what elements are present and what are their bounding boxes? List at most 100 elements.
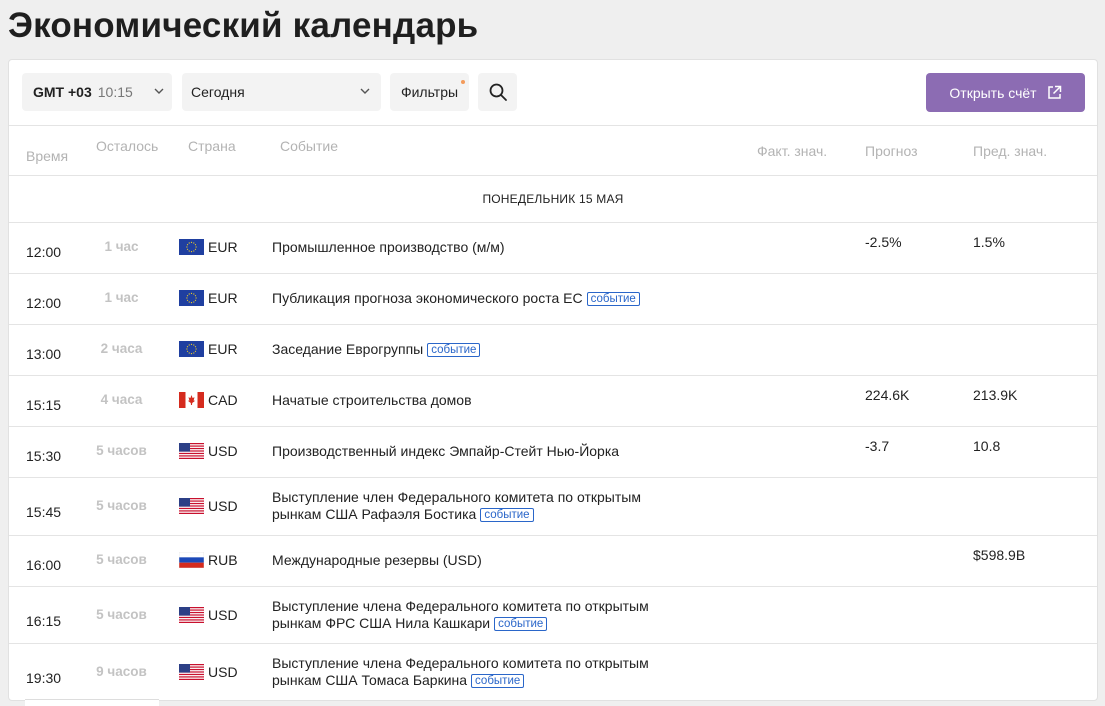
col-country[interactable]: Страна bbox=[188, 138, 236, 154]
external-link-icon bbox=[1047, 85, 1061, 99]
event-time: 15:45 bbox=[26, 504, 62, 520]
table-row[interactable]: 19:30 9 часов USD Выступление члена Федерал… bbox=[9, 644, 1097, 700]
forecast-value: 224.6K bbox=[865, 387, 910, 403]
event-time: 15:15 bbox=[26, 397, 62, 413]
bottom-tab[interactable] bbox=[25, 699, 159, 706]
timezone-time: 10:15 bbox=[97, 84, 133, 100]
table-row[interactable]: 16:00 5 часов RUB Международные резервы (US… bbox=[9, 536, 1097, 587]
event-tag: событие bbox=[586, 292, 640, 306]
col-remaining[interactable]: Осталось bbox=[96, 138, 158, 154]
table-row[interactable]: 13:00 2 часа EUR Заседание Еврогруппы событи… bbox=[9, 325, 1097, 376]
previous-value: 213.9K bbox=[973, 387, 1018, 403]
event-title-line2: рынкам ФРС США Нила Кашкари bbox=[272, 615, 491, 631]
filters-indicator-dot bbox=[461, 80, 465, 84]
event-name[interactable]: Международные резервы (USD) bbox=[272, 552, 692, 569]
event-title: Промышленное производство (м/м) bbox=[272, 239, 505, 255]
search-button[interactable] bbox=[478, 73, 517, 111]
event-name[interactable]: Промышленное производство (м/м) bbox=[272, 239, 692, 256]
country: CAD bbox=[179, 392, 238, 408]
calendar-panel: GMT +03 10:15 Сегодня Фильтры Открыть сч… bbox=[8, 59, 1098, 701]
currency-code: EUR bbox=[208, 341, 238, 357]
event-time: 13:00 bbox=[26, 346, 62, 362]
table-row[interactable]: 15:30 5 часов USD Производственный индекс Э… bbox=[9, 427, 1097, 478]
event-name[interactable]: Выступление член Федерального комитета п… bbox=[272, 489, 692, 523]
event-name[interactable]: Начатые строительства домов bbox=[272, 392, 692, 409]
event-tag: событие bbox=[471, 674, 525, 688]
event-title-line2: рынкам США Томаса Баркина bbox=[272, 672, 468, 688]
event-time: 16:00 bbox=[26, 557, 62, 573]
event-tag: событие bbox=[427, 343, 481, 357]
time-remaining: 4 часа bbox=[100, 392, 143, 407]
col-previous[interactable]: Пред. знач. bbox=[973, 143, 1047, 159]
usa-flag-icon bbox=[179, 664, 204, 680]
filters-label: Фильтры bbox=[400, 84, 459, 100]
table-row[interactable]: 15:15 4 часа CAD Начатые строительства домо… bbox=[9, 376, 1097, 427]
event-title: Производственный индекс Эмпайр-Стейт Нью… bbox=[272, 443, 620, 459]
event-name[interactable]: Заседание Еврогруппы событие bbox=[272, 341, 692, 358]
col-forecast[interactable]: Прогноз bbox=[865, 143, 918, 159]
col-time[interactable]: Время bbox=[26, 148, 68, 164]
event-title-line1: Выступление член Федерального комитета п… bbox=[272, 489, 641, 505]
eu-flag-icon bbox=[179, 341, 204, 357]
country: USD bbox=[179, 498, 238, 514]
previous-value: 10.8 bbox=[973, 438, 1001, 454]
page-title: Экономический календарь bbox=[8, 6, 479, 45]
forecast-value: -2.5% bbox=[865, 234, 902, 250]
timezone-select[interactable]: GMT +03 10:15 bbox=[22, 73, 172, 111]
table-row[interactable]: 12:00 1 час EUR Промышленное производство (… bbox=[9, 223, 1097, 274]
country: USD bbox=[179, 443, 238, 459]
currency-code: EUR bbox=[208, 239, 238, 255]
time-remaining: 1 час bbox=[104, 239, 139, 254]
country: USD bbox=[179, 664, 238, 680]
event-name[interactable]: Выступление члена Федерального комитета … bbox=[272, 598, 692, 632]
event-name[interactable]: Выступление члена Федерального комитета … bbox=[272, 655, 692, 689]
country: EUR bbox=[179, 341, 238, 357]
event-title: Международные резервы (USD) bbox=[272, 552, 482, 568]
search-icon bbox=[489, 83, 507, 101]
event-tag: событие bbox=[480, 508, 534, 522]
col-event[interactable]: Событие bbox=[280, 138, 338, 154]
country: EUR bbox=[179, 290, 238, 306]
country: EUR bbox=[179, 239, 238, 255]
previous-value: 1.5% bbox=[973, 234, 1005, 250]
time-remaining: 1 час bbox=[104, 290, 139, 305]
day-select-value: Сегодня bbox=[191, 84, 245, 100]
date-group-header: ПОНЕДЕЛЬНИК 15 МАЯ bbox=[9, 176, 1097, 223]
usa-flag-icon bbox=[179, 498, 204, 514]
currency-code: USD bbox=[208, 664, 238, 680]
filters-button[interactable]: Фильтры bbox=[390, 73, 469, 111]
forecast-value: -3.7 bbox=[865, 438, 890, 454]
chevron-down-icon bbox=[154, 88, 164, 94]
table-row[interactable]: 12:00 1 час EUR Публикация прогноза экономи… bbox=[9, 274, 1097, 325]
previous-value: $598.9B bbox=[973, 547, 1026, 563]
event-name[interactable]: Производственный индекс Эмпайр-Стейт Нью… bbox=[272, 443, 692, 460]
currency-code: USD bbox=[208, 498, 238, 514]
event-title-line2: рынкам США Рафаэля Бостика bbox=[272, 506, 477, 522]
event-time: 19:30 bbox=[26, 670, 62, 686]
open-account-label: Открыть счёт bbox=[949, 84, 1037, 101]
timezone-label: GMT +03 bbox=[33, 84, 92, 100]
table-header: Время Осталось Страна Событие Факт. знач… bbox=[9, 125, 1097, 176]
event-time: 15:30 bbox=[26, 448, 62, 464]
open-account-button[interactable]: Открыть счёт bbox=[926, 73, 1085, 112]
event-name[interactable]: Публикация прогноза экономического роста… bbox=[272, 290, 692, 307]
col-actual[interactable]: Факт. знач. bbox=[757, 143, 827, 159]
canada-flag-icon bbox=[179, 392, 204, 408]
usa-flag-icon bbox=[179, 607, 204, 623]
table-row[interactable]: 15:45 5 часов USD Выступление член Федераль… bbox=[9, 478, 1097, 536]
eu-flag-icon bbox=[179, 290, 204, 306]
day-select[interactable]: Сегодня bbox=[182, 73, 381, 111]
event-title-line1: Выступление члена Федерального комитета … bbox=[272, 598, 649, 614]
event-time: 16:15 bbox=[26, 613, 62, 629]
event-title-line1: Выступление члена Федерального комитета … bbox=[272, 655, 649, 671]
event-title: Заседание Еврогруппы bbox=[272, 341, 424, 357]
table-row[interactable]: 16:15 5 часов USD Выступление члена Федерал… bbox=[9, 587, 1097, 644]
event-tag: событие bbox=[494, 617, 548, 631]
country: RUB bbox=[179, 552, 238, 568]
event-title: Публикация прогноза экономического роста… bbox=[272, 290, 583, 306]
time-remaining: 5 часов bbox=[96, 443, 147, 458]
country: USD bbox=[179, 607, 238, 623]
time-remaining: 5 часов bbox=[96, 552, 147, 567]
event-title: Начатые строительства домов bbox=[272, 392, 472, 408]
usa-flag-icon bbox=[179, 443, 204, 459]
